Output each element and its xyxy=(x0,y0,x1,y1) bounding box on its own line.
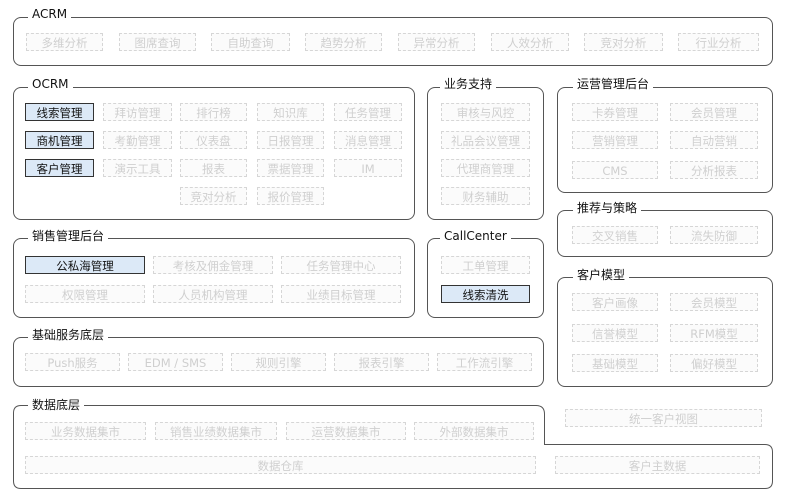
data-business-mart[interactable]: 业务数据集市 xyxy=(25,422,146,440)
data-external-mart[interactable]: 外部数据集市 xyxy=(414,422,534,440)
data-warehouse[interactable]: 数据仓库 xyxy=(25,456,536,474)
data-customer-master[interactable]: 客户主数据 xyxy=(555,456,760,474)
data-layer-title: 数据底层 xyxy=(28,398,85,412)
data-operations-mart[interactable]: 运营数据集市 xyxy=(286,422,406,440)
data-sales-performance-mart[interactable]: 销售业绩数据集市 xyxy=(155,422,277,440)
unified-customer-view[interactable]: 统一客户视图 xyxy=(565,409,762,427)
